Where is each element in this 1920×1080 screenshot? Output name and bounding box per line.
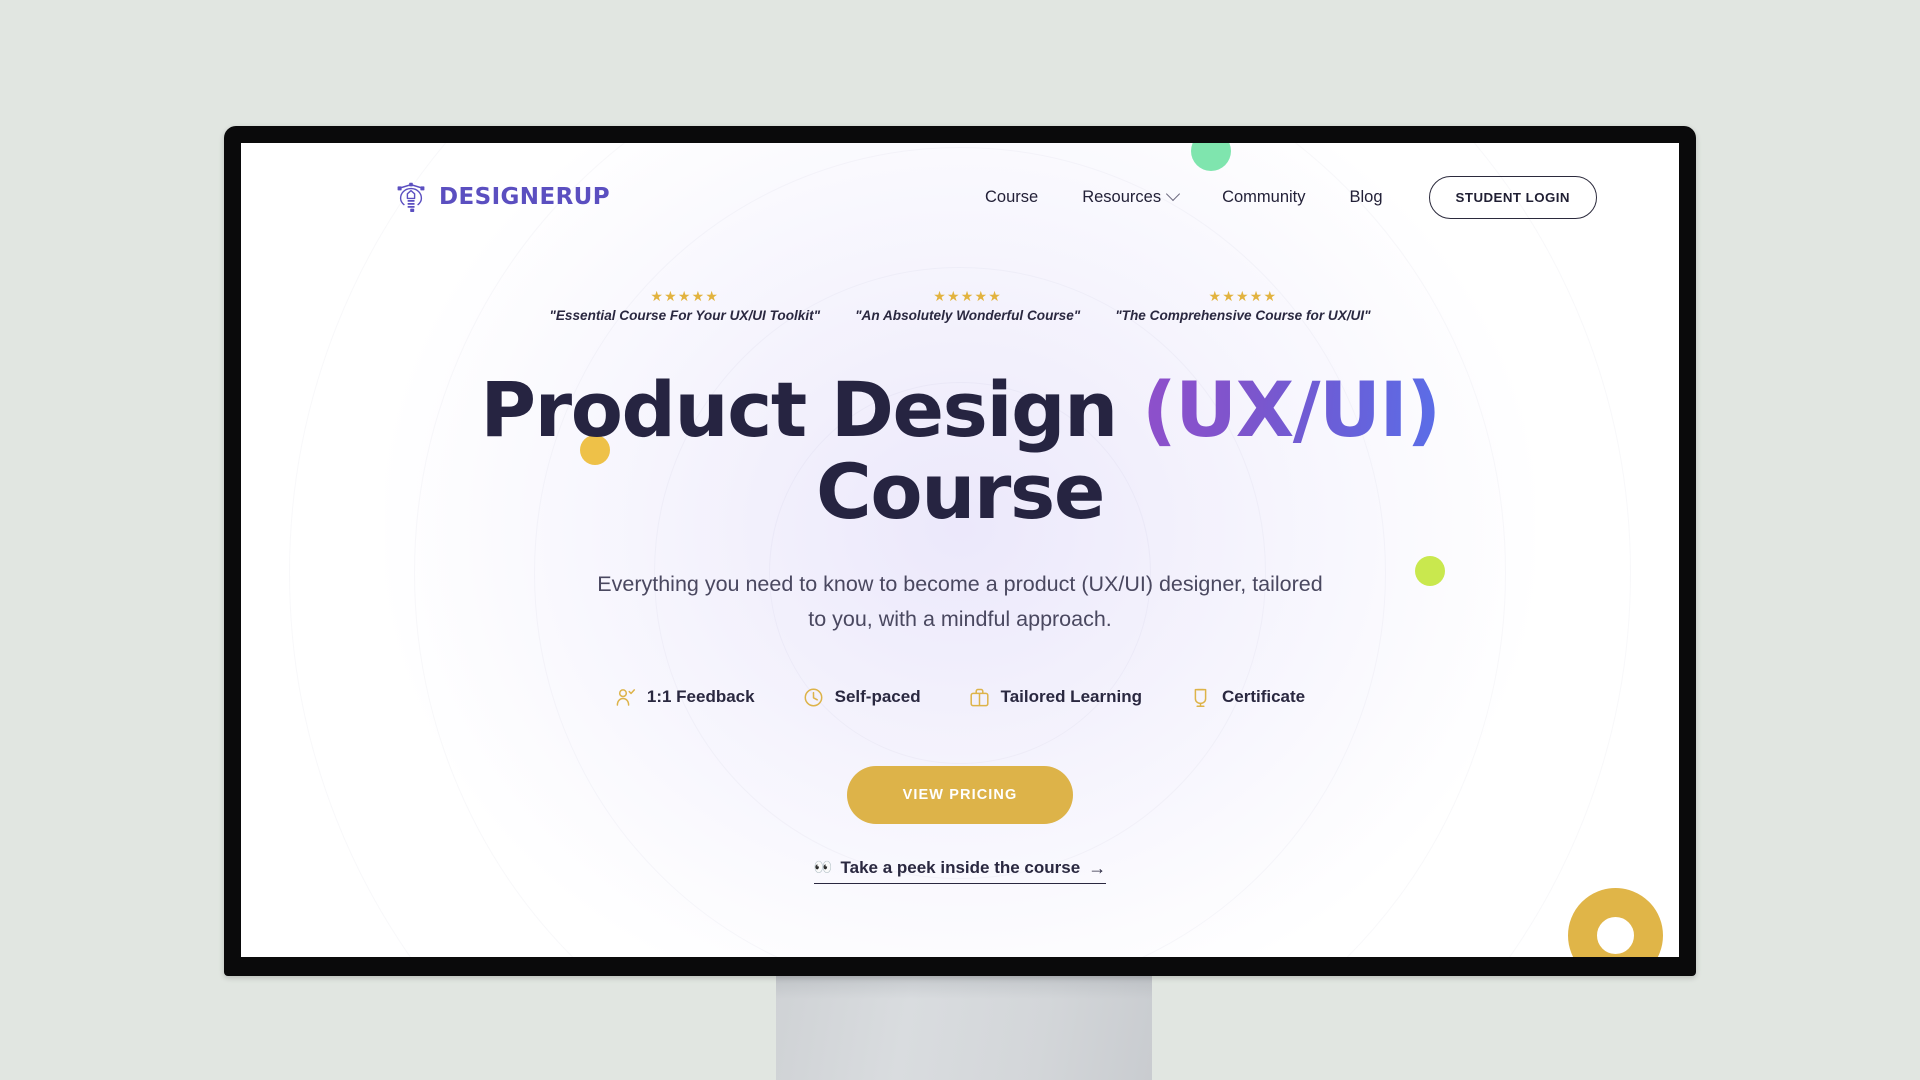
testimonial-quote: "Essential Course For Your UX/UI Toolkit…	[549, 308, 821, 323]
take-a-peek-link[interactable]: 👀 Take a peek inside the course →	[813, 857, 1107, 884]
brand-name: DESIGNERUP	[439, 184, 611, 210]
monitor-scene: DESIGNERUP Course Resources Community Bl…	[0, 0, 1920, 1080]
nav-item-blog[interactable]: Blog	[1328, 180, 1405, 215]
feature-label: Self-paced	[834, 687, 921, 707]
pen-tool-bulb-logo-icon	[394, 180, 428, 214]
view-pricing-button[interactable]: VIEW PRICING	[846, 765, 1074, 824]
browser-viewport: DESIGNERUP Course Resources Community Bl…	[241, 143, 1679, 957]
award-badge-icon	[1190, 687, 1211, 708]
feature-list: 1:1 Feedback Self-paced Tailored Learnin…	[615, 687, 1305, 708]
feature-item-tailored-learning: Tailored Learning	[969, 687, 1142, 708]
nav-item-course[interactable]: Course	[963, 180, 1060, 215]
monitor-bezel: DESIGNERUP Course Resources Community Bl…	[224, 126, 1696, 976]
eyes-emoji-icon: 👀	[813, 859, 833, 877]
testimonial-item: ★★★★★ "The Comprehensive Course for UX/U…	[1115, 289, 1370, 323]
nav-item-community[interactable]: Community	[1200, 180, 1327, 215]
feature-item-self-paced: Self-paced	[803, 687, 921, 708]
brand-logo-link[interactable]: DESIGNERUP	[394, 180, 610, 214]
hero-section: ★★★★★ "Essential Course For Your UX/UI T…	[241, 143, 1679, 957]
monitor-stand	[776, 976, 1152, 1080]
feature-label: Certificate	[1221, 687, 1306, 707]
hero-subheading: Everything you need to know to become a …	[597, 572, 1323, 631]
nav-label: Course	[985, 187, 1039, 206]
briefcase-icon	[969, 687, 990, 708]
star-rating-icon: ★★★★★	[1208, 288, 1278, 304]
feature-label: Tailored Learning	[1000, 687, 1142, 707]
testimonial-quote: "An Absolutely Wonderful Course"	[855, 308, 1081, 323]
nav-label: Blog	[1349, 187, 1383, 206]
main-navigation: Course Resources Community Blog STUDENT …	[963, 175, 1597, 219]
testimonial-item: ★★★★★ "An Absolutely Wonderful Course"	[855, 289, 1080, 323]
feature-item-certificate: Certificate	[1190, 687, 1305, 708]
chevron-down-icon	[1166, 186, 1181, 202]
headline-lead: Product Design	[480, 365, 1142, 454]
user-check-icon	[615, 687, 636, 708]
nav-label: Resources	[1082, 187, 1162, 206]
headline-accent: (UX/UI)	[1141, 365, 1441, 454]
nav-item-resources[interactable]: Resources	[1060, 180, 1200, 215]
site-header: DESIGNERUP Course Resources Community Bl…	[241, 143, 1679, 251]
page-title: Product Design (UX/UI) Course	[460, 368, 1460, 537]
testimonial-quote: "The Comprehensive Course for UX/UI"	[1115, 308, 1371, 323]
clock-icon	[803, 687, 824, 708]
testimonial-row: ★★★★★ "Essential Course For Your UX/UI T…	[549, 289, 1370, 323]
star-rating-icon: ★★★★★	[650, 288, 720, 304]
arrow-right-icon: →	[1088, 857, 1107, 878]
peek-link-label: Take a peek inside the course	[840, 857, 1081, 877]
headline-tail: Course	[816, 447, 1105, 537]
nav-label: Community	[1222, 187, 1306, 206]
testimonial-item: ★★★★★ "Essential Course For Your UX/UI T…	[549, 289, 820, 323]
star-rating-icon: ★★★★★	[933, 288, 1003, 304]
feature-label: 1:1 Feedback	[646, 687, 755, 707]
student-login-button[interactable]: STUDENT LOGIN	[1428, 175, 1597, 219]
feature-item-1-1-feedback: 1:1 Feedback	[615, 687, 755, 708]
